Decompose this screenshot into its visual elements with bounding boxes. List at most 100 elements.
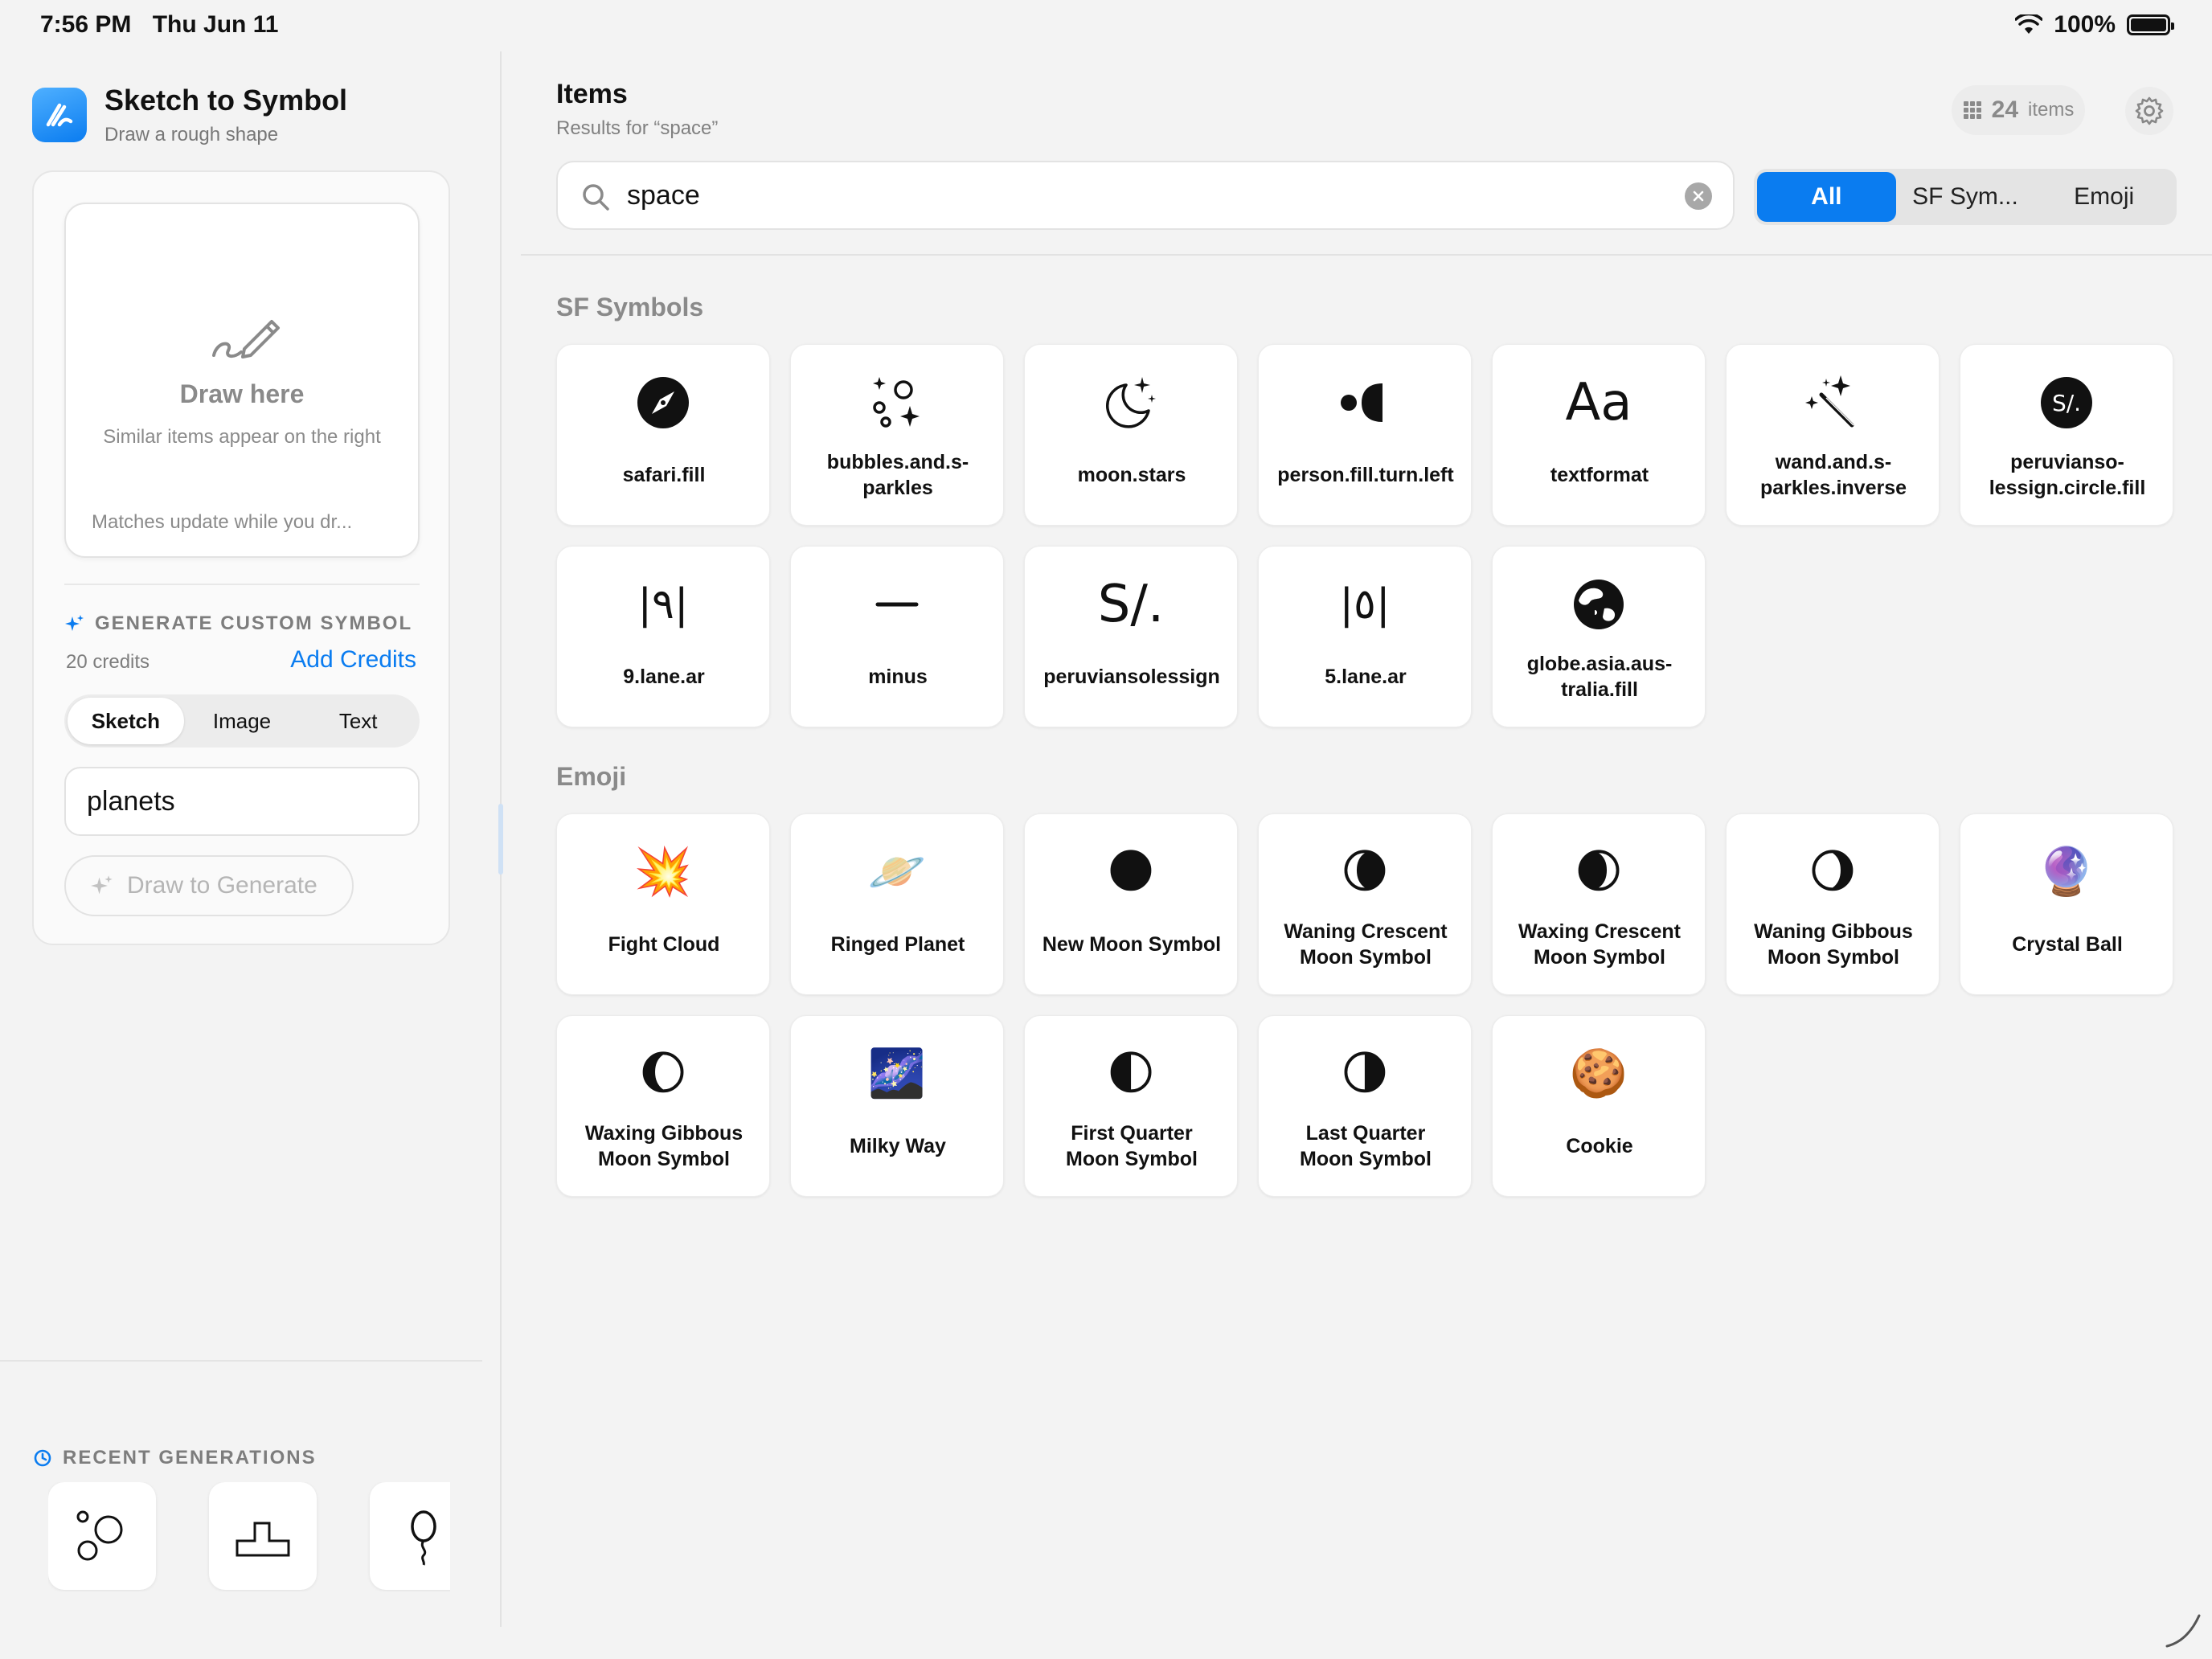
- section-title-sf-symbols: SF Symbols: [556, 293, 704, 322]
- emoji-tile[interactable]: 🌓 First Quarter Moon Symbol: [1024, 1015, 1238, 1197]
- recent-generation-item[interactable]: [370, 1482, 450, 1590]
- filter-tab-all[interactable]: All: [1757, 172, 1896, 222]
- generate-heading-label: GENERATE CUSTOM SYMBOL: [95, 612, 413, 634]
- sf-symbol-tile[interactable]: S/. peruviansolessign: [1024, 546, 1238, 727]
- tile-label: minus: [799, 648, 997, 706]
- tile-label: Ringed Planet: [799, 916, 997, 973]
- emoji-tile[interactable]: 🌗 Last Quarter Moon Symbol: [1258, 1015, 1472, 1197]
- sf-symbol-tile[interactable]: minus: [790, 546, 1004, 727]
- sf-symbol-tile[interactable]: |٥| 5.lane.ar: [1258, 546, 1472, 727]
- tile-label: moon.stars: [1033, 446, 1231, 504]
- tile-label-text: Waning Gibbous Moon Symbol: [1754, 920, 1913, 969]
- add-credits-link[interactable]: Add Credits: [290, 646, 416, 674]
- settings-button[interactable]: [2125, 87, 2173, 135]
- filter-tab-sf-sym[interactable]: SF Sym...: [1896, 172, 2035, 222]
- emoji-tile[interactable]: 🌔 Waxing Gibbous Moon Symbol: [556, 1015, 770, 1197]
- split-view-handle[interactable]: [498, 804, 503, 875]
- balloon-sketch-icon: [411, 1510, 436, 1566]
- filter-tab-emoji[interactable]: Emoji: [2034, 172, 2173, 222]
- tile-label-text: peruvianso- lessign.circle.fill: [1989, 451, 2146, 499]
- pencil-indicator-icon: [2165, 1614, 2201, 1648]
- emoji-glyph: 🌘: [1340, 846, 1390, 898]
- tile-label-text: wand.and.s- parkles.inverse: [1759, 451, 1907, 499]
- credits-count: 20 credits: [66, 651, 150, 673]
- clear-search-icon[interactable]: [1685, 182, 1712, 210]
- emoji-icon: 🌗: [1259, 1043, 1471, 1104]
- draw-subtitle: Similar items appear on the right: [103, 426, 381, 448]
- recent-heading: RECENT GENERATIONS: [32, 1447, 317, 1469]
- tile-label-text: bubbles.and.s- parkles: [826, 451, 969, 499]
- status-bar: 7:56 PM Thu Jun 11 100%: [0, 0, 2212, 51]
- item-count-label: items: [2028, 99, 2075, 121]
- sf-symbol-tile[interactable]: safari.fill: [556, 344, 770, 526]
- mode-tab-text[interactable]: Text: [300, 698, 416, 744]
- tile-label: peruviansolessign: [1033, 648, 1231, 706]
- sf-symbol-tile[interactable]: wand.and.s- parkles.inverse: [1726, 344, 1940, 526]
- emoji-icon: 🌒: [1493, 842, 1705, 903]
- tile-label: wand.and.s- parkles.inverse: [1735, 446, 1932, 504]
- emoji-icon: 🔮: [1960, 842, 2173, 903]
- tile-label-text: New Moon Symbol: [1042, 933, 1222, 956]
- app-subtitle: Draw a rough shape: [104, 124, 279, 145]
- section-title-emoji: Emoji: [556, 762, 627, 791]
- emoji-tile[interactable]: 🌒 Waxing Crescent Moon Symbol: [1492, 813, 1706, 995]
- wifi-icon: [2015, 14, 2043, 34]
- emoji-glyph: 🌓: [1106, 1047, 1156, 1100]
- emoji-tile[interactable]: 🔮 Crystal Ball: [1960, 813, 2173, 995]
- tile-label-text: safari.fill: [622, 464, 706, 486]
- emoji-icon: 🌘: [1259, 842, 1471, 903]
- gear-icon: [2135, 96, 2164, 125]
- draw-to-generate-button[interactable]: Draw to Generate: [64, 855, 354, 916]
- item-count: 24: [1991, 96, 2019, 123]
- sf-symbol-tile[interactable]: Aa textformat: [1492, 344, 1706, 526]
- app-header: Sketch to Symbol Draw a rough shape: [32, 84, 347, 146]
- draw-title: Draw here: [179, 379, 305, 408]
- emoji-tile[interactable]: 🌌 Milky Way: [790, 1015, 1004, 1197]
- podium-sketch-icon: [236, 1522, 290, 1557]
- sf-symbol-tile[interactable]: globe.asia.aus- tralia.fill: [1492, 546, 1706, 727]
- divider: [64, 584, 420, 585]
- sf-symbol-tile[interactable]: S/. peruvianso- lessign.circle.fill: [1960, 344, 2173, 526]
- emoji-icon: 🌌: [791, 1043, 1003, 1104]
- emoji-glyph: 🌌: [867, 1047, 927, 1100]
- item-count-badge: 24 items: [1952, 85, 2085, 135]
- emoji-tile[interactable]: 💥 Fight Cloud: [556, 813, 770, 995]
- globe-asia-icon: [1493, 574, 1705, 635]
- textformat-icon: Aa: [1493, 372, 1705, 433]
- page-title: Items: [556, 79, 628, 109]
- search-input[interactable]: [627, 162, 1632, 228]
- mode-tab-sketch[interactable]: Sketch: [68, 698, 184, 744]
- emoji-icon: 💥: [557, 842, 769, 903]
- emoji-tile[interactable]: 🍪 Cookie: [1492, 1015, 1706, 1197]
- sf-symbol-tile[interactable]: |٩| 9.lane.ar: [556, 546, 770, 727]
- emoji-glyph: 💥: [633, 846, 693, 898]
- prompt-input[interactable]: [64, 767, 420, 836]
- sparkles-icon: [91, 875, 113, 895]
- person-turn-left-icon: [1259, 372, 1471, 433]
- status-date: Thu Jun 11: [152, 11, 279, 38]
- pencil-scribble-icon: [212, 320, 280, 358]
- sf-symbol-tile[interactable]: person.fill.turn.left: [1258, 344, 1472, 526]
- status-time: 7:56 PM Thu Jun 11: [40, 11, 278, 39]
- divider: [0, 1360, 482, 1362]
- emoji-tile[interactable]: 🪐 Ringed Planet: [790, 813, 1004, 995]
- sparkles-icon: [65, 615, 84, 631]
- lane-9-ar-icon: |٩|: [557, 574, 769, 635]
- tile-label-text: Waning Crescent Moon Symbol: [1284, 920, 1448, 969]
- recent-generation-item[interactable]: [48, 1482, 156, 1590]
- tile-label: Waxing Crescent Moon Symbol: [1501, 916, 1698, 973]
- emoji-tile[interactable]: 🌖 Waning Gibbous Moon Symbol: [1726, 813, 1940, 995]
- tile-label: Last Quarter Moon Symbol: [1267, 1117, 1464, 1175]
- tile-label: Cookie: [1501, 1117, 1698, 1175]
- sf-symbol-tile[interactable]: bubbles.and.s- parkles: [790, 344, 1004, 526]
- recent-generations-list: [48, 1482, 450, 1591]
- emoji-tile[interactable]: 🌑 New Moon Symbol: [1024, 813, 1238, 995]
- mode-tab-image[interactable]: Image: [184, 698, 301, 744]
- emoji-glyph: 🔮: [2037, 846, 2096, 898]
- emoji-tile[interactable]: 🌘 Waning Crescent Moon Symbol: [1258, 813, 1472, 995]
- recent-generation-item[interactable]: [209, 1482, 317, 1590]
- sf-symbol-tile[interactable]: moon.stars: [1024, 344, 1238, 526]
- grid-icon: [1963, 101, 1981, 119]
- sketch-canvas[interactable]: Draw here Similar items appear on the ri…: [64, 203, 420, 558]
- bubbles-sketch-icon: [76, 1510, 123, 1561]
